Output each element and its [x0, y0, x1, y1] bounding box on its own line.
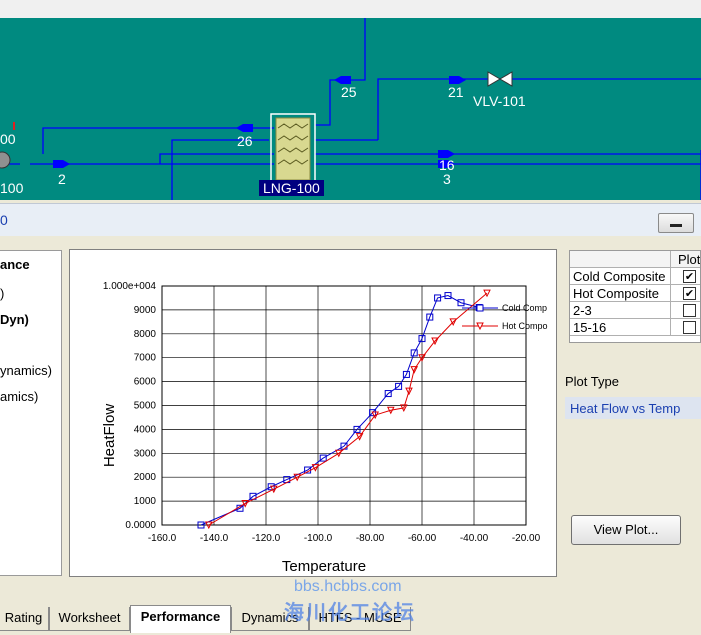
chart-frame: -160.0 -140.0 -120.0 -100.0 -80.00 -60.00 -40.…	[69, 249, 557, 577]
y-tick-label: 2000	[134, 472, 157, 483]
watermark-url: bbs.hcbbs.com	[294, 578, 402, 595]
y-tick-label: 4000	[134, 424, 157, 435]
stream-upper-left	[171, 139, 269, 200]
series-name: Cold Composite	[573, 269, 666, 284]
arrow-2	[53, 160, 70, 168]
series-table[interactable]: Plot Cold Composite ✔ Hot Composite ✔ 2-…	[569, 250, 701, 343]
legend-label: Hot Compo	[502, 321, 548, 331]
valve-label[interactable]: VLV-101	[473, 93, 526, 109]
x-tick-label: -140.0	[200, 533, 229, 544]
minimize-button[interactable]	[658, 213, 694, 233]
pfd-streams	[0, 18, 701, 200]
arrow-21	[449, 76, 466, 84]
x-tick-label: -40.00	[460, 533, 489, 544]
process-flow-diagram[interactable]: 25 21 26 16 3 2 VLV-101 LNG-100 00 100	[0, 0, 701, 200]
series-checkbox[interactable]: ✔	[683, 287, 696, 300]
x-tick-label: -120.0	[252, 533, 281, 544]
series-row[interactable]: 15-16	[570, 319, 700, 336]
y-tick-label: 0.0000	[125, 520, 156, 531]
stream-label-25[interactable]: 25	[341, 84, 357, 100]
x-tick-label: -60.00	[408, 533, 437, 544]
stream-label-26[interactable]: 26	[237, 133, 253, 149]
tab-performance[interactable]: Performance	[130, 605, 231, 633]
y-tick-label: 9000	[134, 305, 157, 316]
x-axis-label: Temperature	[282, 558, 366, 575]
stream-25-line	[315, 18, 366, 126]
plot-type-label: Plot Type	[565, 374, 619, 389]
x-tick-label: -80.00	[356, 533, 385, 544]
legend-label: Cold Comp	[502, 303, 547, 313]
y-tick-label: 5000	[134, 401, 157, 412]
series-row[interactable]: 2-3	[570, 302, 700, 319]
left-unit-label-top[interactable]: 00	[0, 131, 16, 147]
series-name: Hot Composite	[573, 286, 659, 301]
y-tick-label: 1000	[134, 496, 157, 507]
exchanger-label[interactable]: LNG-100	[259, 180, 324, 196]
left-navigation-list[interactable]: ance ) Dyn) ynamics) amics)	[0, 250, 62, 576]
arrow-26	[236, 124, 253, 132]
series-row[interactable]: Hot Composite ✔	[570, 285, 700, 302]
valve-vlv-101	[487, 71, 513, 87]
minimize-icon	[670, 224, 682, 227]
y-tick-label: 1.000e+004	[103, 281, 157, 292]
window-title: 0	[0, 212, 8, 228]
x-tick-label: -100.0	[304, 533, 333, 544]
legend-marker	[476, 304, 484, 312]
stream-16-left	[159, 153, 274, 164]
y-axis-label: HeatFlow	[101, 404, 118, 468]
y-tick-label: 6000	[134, 377, 157, 388]
series-table-header-label: Plot	[678, 252, 701, 267]
y-tick-label: 3000	[134, 448, 157, 459]
pfd-canvas[interactable]: 25 21 26 16 3 2 VLV-101 LNG-100 00 100	[0, 18, 701, 200]
left-list-item[interactable]: ynamics)	[0, 363, 52, 378]
tab-rating[interactable]: Rating	[0, 607, 49, 631]
stream-label-3[interactable]: 3	[443, 171, 451, 187]
pfd-top-strip	[0, 0, 701, 18]
watermark-text: 海川化工论坛	[284, 600, 416, 624]
y-tick-label: 7000	[134, 353, 157, 364]
heatflow-chart: -160.0 -140.0 -120.0 -100.0 -80.00 -60.00 -40.…	[101, 281, 548, 575]
stream-label-21[interactable]: 21	[448, 84, 464, 100]
plot-type-option[interactable]: Heat Flow vs Temp	[570, 401, 680, 416]
series-table-header: Plot	[570, 251, 701, 268]
left-list-item[interactable]: )	[0, 286, 4, 301]
series-checkbox[interactable]	[683, 321, 696, 334]
exchanger-lng-100	[270, 113, 316, 185]
series-checkbox[interactable]: ✔	[683, 270, 696, 283]
stream-label-2[interactable]: 2	[58, 171, 66, 187]
arrow-25	[334, 76, 351, 84]
series-name: 2-3	[573, 303, 592, 318]
left-list-item[interactable]: amics)	[0, 389, 38, 404]
tab-worksheet[interactable]: Worksheet	[49, 607, 130, 631]
series-row[interactable]: Cold Composite ✔	[570, 268, 700, 285]
stream-21-line	[377, 78, 701, 140]
pump-icon	[0, 151, 11, 169]
series-name: 15-16	[573, 320, 607, 335]
left-unit-label-bottom[interactable]: 100	[0, 180, 23, 196]
y-tick-label: 8000	[134, 329, 157, 340]
left-list-item[interactable]: Dyn)	[0, 312, 29, 327]
x-tick-label: -20.00	[512, 533, 541, 544]
series-checkbox[interactable]	[683, 304, 696, 317]
window-titlebar[interactable]: 0	[0, 203, 701, 237]
x-tick-label: -160.0	[148, 533, 177, 544]
left-list-header: ance	[0, 257, 30, 272]
view-plot-button[interactable]: View Plot...	[571, 515, 681, 545]
